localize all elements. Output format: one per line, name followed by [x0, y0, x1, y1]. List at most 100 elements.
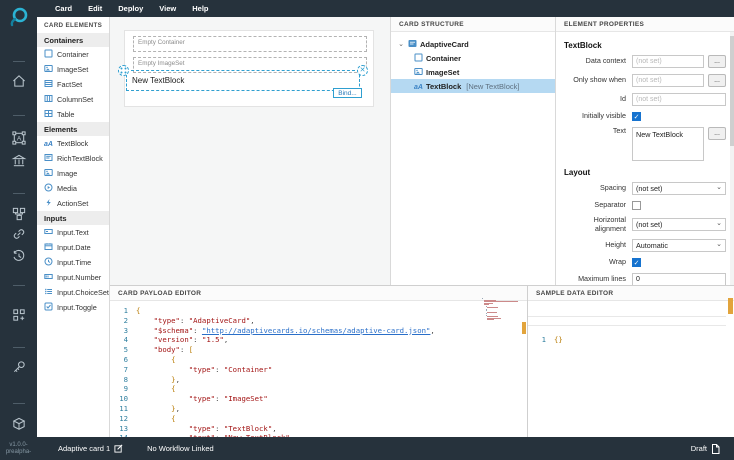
card-payload-editor-header: CARD PAYLOAD EDITOR: [110, 286, 527, 301]
table-icon: [44, 109, 53, 120]
code-line: 7 "type": "Container": [110, 365, 527, 375]
card-payload-editor-panel: CARD PAYLOAD EDITOR 1{2 "type": "Adaptiv…: [110, 285, 527, 437]
code-line: 3 "$schema": "http://adaptivecards.io/sc…: [110, 326, 527, 336]
only-show-when-more-button[interactable]: ...: [708, 74, 726, 87]
toolbox-item-textblock[interactable]: aATextBlock: [37, 136, 109, 151]
publish-status-label: Draft: [691, 444, 707, 453]
card-structure-panel: CARD STRUCTURE ⌄AdaptiveCardContainerIma…: [390, 17, 555, 285]
sample-code-editor[interactable]: 1{}: [528, 330, 734, 345]
imageset-icon: [414, 67, 423, 78]
toolbox-section-containers: Containers: [37, 33, 109, 47]
prop-row-data-context: Data context(not set)...: [564, 55, 726, 68]
editor-minimap[interactable]: [482, 298, 518, 322]
only-show-when-input[interactable]: (not set): [632, 74, 704, 87]
container-icon: [414, 53, 423, 64]
media-icon: [44, 183, 53, 194]
app-logo[interactable]: [8, 5, 30, 29]
wrap-checkbox[interactable]: ✓: [632, 258, 641, 267]
workflow-icon[interactable]: [11, 207, 26, 224]
toolbox-item-factset[interactable]: FactSet: [37, 77, 109, 92]
remove-element-icon[interactable]: ✕: [357, 65, 368, 76]
input-toggle-icon: [44, 302, 53, 313]
publish-status[interactable]: Draft: [691, 444, 720, 454]
toolbox-item-container[interactable]: Container: [37, 47, 109, 62]
input-choiceset-icon: [44, 287, 53, 298]
design-canvas[interactable]: Empty Container Empty ImageSet New TextB…: [110, 17, 390, 285]
menu-help[interactable]: Help: [192, 4, 208, 13]
prop-row-only-show-when: Only show when(not set)...: [564, 74, 726, 87]
toolbox-item-columnset[interactable]: ColumnSet: [37, 92, 109, 107]
sample-ruler-mark: [728, 298, 733, 314]
rail-divider: [13, 347, 25, 348]
prop-row-initially-visible: Initially visible✓: [564, 112, 726, 121]
menu-edit[interactable]: Edit: [88, 4, 102, 13]
toolbox-item-input-choiceset[interactable]: Input.ChoiceSet: [37, 285, 109, 300]
current-line-highlight: [528, 316, 726, 326]
empty-container-placeholder[interactable]: Empty Container: [133, 36, 367, 52]
adaptivecard-icon: [408, 39, 417, 50]
textblock-icon: aA: [414, 82, 423, 91]
menu-deploy[interactable]: Deploy: [118, 4, 143, 13]
cube-icon[interactable]: [11, 417, 26, 434]
payload-code-editor[interactable]: 1{2 "type": "AdaptiveCard",3 "$schema": …: [110, 301, 527, 437]
toolbox-item-image[interactable]: Image: [37, 166, 109, 181]
code-line: 13 "type": "TextBlock",: [110, 424, 527, 434]
code-line: 11 },: [110, 404, 527, 414]
toolbox-item-input-toggle[interactable]: Input.Toggle: [37, 300, 109, 315]
history-icon[interactable]: [11, 249, 26, 266]
card-name: Adaptive card 1: [58, 444, 110, 453]
designer-icon[interactable]: A: [11, 131, 26, 148]
richtextblock-icon: [44, 153, 53, 164]
prop-row-height: HeightAutomatic: [564, 239, 726, 252]
properties-scrollbar[interactable]: [730, 32, 734, 285]
id-input[interactable]: (not set): [632, 93, 726, 106]
link-icon[interactable]: [11, 227, 26, 244]
tree-item-imageset[interactable]: ImageSet: [391, 65, 555, 79]
menu-view[interactable]: View: [159, 4, 176, 13]
toolbox-item-input-number[interactable]: Input.Number: [37, 270, 109, 285]
payload-ruler-mark: [522, 322, 526, 334]
horizontal-alignment-select[interactable]: (not set): [632, 218, 726, 231]
input-date-icon: [44, 242, 53, 253]
initially-visible-checkbox[interactable]: ✓: [632, 112, 641, 121]
card-name-control[interactable]: Adaptive card 1: [58, 444, 123, 453]
toolbox-item-media[interactable]: Media: [37, 181, 109, 196]
edit-icon[interactable]: [114, 444, 123, 453]
separator-checkbox[interactable]: [632, 201, 641, 210]
data-context-more-button[interactable]: ...: [708, 55, 726, 68]
card-structure-header: CARD STRUCTURE: [391, 17, 555, 32]
element-properties-header: ELEMENT PROPERTIES: [556, 17, 734, 32]
toolbox-item-richtextblock[interactable]: RichTextBlock: [37, 151, 109, 166]
spacing-select[interactable]: (not set): [632, 182, 726, 195]
tree-item-adaptivecard[interactable]: ⌄AdaptiveCard: [391, 37, 555, 51]
image-icon: [44, 168, 53, 179]
textblock-preview-text[interactable]: New TextBlock: [132, 76, 184, 85]
tree-item-textblock[interactable]: aATextBlock[New TextBlock]: [391, 79, 555, 93]
apps-plus-icon[interactable]: [11, 308, 26, 325]
bank-icon[interactable]: [11, 154, 26, 171]
home-icon[interactable]: [11, 74, 26, 91]
textblock-icon: aA: [44, 139, 53, 148]
text-more-button[interactable]: ...: [708, 127, 726, 140]
toolbox-item-input-text[interactable]: Input.Text: [37, 225, 109, 240]
toolbox-item-input-time[interactable]: Input.Time: [37, 255, 109, 270]
code-line: 10 "type": "ImageSet": [110, 394, 527, 404]
key-icon[interactable]: [11, 360, 26, 377]
toolbox-item-actionset[interactable]: ActionSet: [37, 196, 109, 211]
height-select[interactable]: Automatic: [632, 239, 726, 252]
code-line: 1{}: [528, 335, 734, 345]
toolbox-item-imageset[interactable]: ImageSet: [37, 62, 109, 77]
data-context-input[interactable]: (not set): [632, 55, 704, 68]
toolbox-item-input-date[interactable]: Input.Date: [37, 240, 109, 255]
bind-button[interactable]: Bind...: [333, 88, 362, 98]
code-line: 6 {: [110, 355, 527, 365]
tree-item-container[interactable]: Container: [391, 51, 555, 65]
chevron-down-icon[interactable]: ⌄: [397, 40, 405, 48]
rail-divider: [13, 193, 25, 194]
toolbox-item-table[interactable]: Table: [37, 107, 109, 122]
drag-handle-icon[interactable]: [118, 65, 129, 76]
maximum-lines-input[interactable]: 0: [632, 273, 726, 285]
empty-container-label: Empty Container: [138, 39, 185, 46]
text-textarea[interactable]: New TextBlock: [632, 127, 704, 161]
menu-card[interactable]: Card: [55, 4, 72, 13]
